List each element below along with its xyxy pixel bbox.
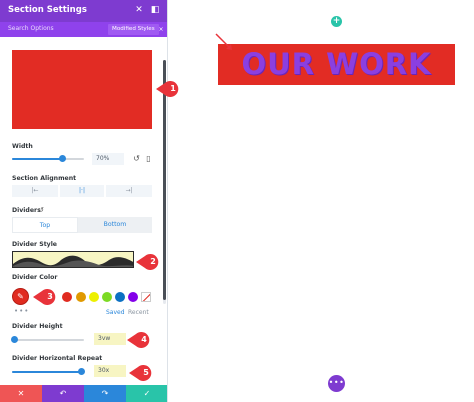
divider-height-slider-knob[interactable]	[11, 336, 19, 343]
section-heading[interactable]: OUR WORK	[218, 44, 455, 85]
wave-divider-preview	[13, 255, 133, 267]
callout-badge: 3	[33, 288, 60, 306]
divider-tab-top[interactable]: Top	[12, 217, 78, 233]
align-right-icon: →|	[125, 187, 133, 194]
align-left-button[interactable]: |←	[12, 185, 58, 197]
undo-button[interactable]: ↶	[42, 385, 84, 402]
color-swatch-red[interactable]	[62, 292, 72, 302]
align-right-button[interactable]: →|	[106, 185, 152, 197]
search-options-tab[interactable]: Search Options	[8, 25, 54, 32]
section-preview	[12, 50, 152, 129]
discard-button[interactable]: ✕	[0, 385, 42, 402]
expand-icon[interactable]: ◧	[149, 4, 161, 16]
reset-icon[interactable]: ↺	[132, 154, 141, 163]
divider-repeat-slider-fill	[12, 371, 82, 373]
divider-tab-bottom[interactable]: Bottom	[78, 217, 152, 233]
callout-number: 5	[143, 368, 149, 377]
divider-height-label: Divider Height	[12, 323, 63, 330]
callout-number: 3	[47, 292, 53, 301]
save-button[interactable]: ✓	[126, 385, 167, 402]
check-icon: ✓	[143, 389, 151, 398]
eyedropper-icon: ✎	[17, 292, 24, 301]
divider-height-slider-track[interactable]	[12, 339, 84, 341]
redo-icon: ↷	[101, 389, 109, 398]
align-center-icon: |·|	[79, 187, 85, 194]
width-label: Width	[12, 143, 33, 150]
callout-badge: 5	[129, 364, 156, 382]
divider-repeat-label: Divider Horizontal Repeat	[12, 355, 103, 362]
divider-repeat-input[interactable]: 30x	[94, 365, 126, 377]
callout-number: 2	[150, 257, 156, 266]
section-options-button[interactable]: •••	[328, 375, 345, 392]
callout-badge: 1	[156, 80, 183, 98]
color-swatch-purple[interactable]	[128, 292, 138, 302]
panel-header: Section Settings ✕ ◧	[0, 0, 167, 22]
modified-styles-close-icon[interactable]: ×	[157, 24, 165, 35]
more-icon: •••	[328, 378, 345, 387]
dividers-reset-icon[interactable]: ↺	[38, 206, 44, 214]
arrow-pointer-icon	[215, 33, 232, 50]
canvas-section[interactable]: OUR WORK	[218, 44, 455, 85]
section-alignment-label: Section Alignment	[12, 175, 77, 182]
divider-repeat-slider-knob[interactable]	[78, 368, 86, 375]
width-input[interactable]: 70%	[92, 153, 124, 165]
dividers-label: Dividers	[12, 207, 41, 214]
color-swatch-blue[interactable]	[115, 292, 125, 302]
color-picker-button[interactable]: ✎	[12, 288, 29, 305]
callout-badge: 4	[127, 331, 154, 349]
panel-title: Section Settings	[8, 5, 87, 15]
redo-button[interactable]: ↷	[84, 385, 126, 402]
undo-icon: ↶	[59, 389, 67, 398]
divider-style-label: Divider Style	[12, 241, 58, 248]
callout-badge: 2	[136, 253, 163, 271]
phone-icon[interactable]: ▯	[144, 154, 153, 163]
color-swatch-none[interactable]	[141, 292, 151, 302]
more-colors-icon[interactable]: •••	[14, 307, 29, 315]
close-icon: ✕	[17, 389, 25, 398]
color-swatch-green[interactable]	[102, 292, 112, 302]
divider-height-input[interactable]: 3vw	[94, 333, 126, 345]
modified-styles-tab[interactable]: Modified Styles	[108, 24, 159, 35]
callout-number: 1	[170, 84, 176, 93]
align-center-button[interactable]: |·|	[60, 185, 104, 197]
divider-color-label: Divider Color	[12, 274, 58, 281]
divider-style-selector[interactable]	[12, 251, 134, 268]
width-slider-fill	[12, 158, 63, 160]
saved-colors-tab[interactable]: Saved	[106, 309, 125, 316]
callout-number: 4	[141, 335, 147, 344]
plus-icon: +	[332, 16, 341, 26]
color-swatch-orange[interactable]	[76, 292, 86, 302]
close-icon[interactable]: ✕	[133, 4, 145, 16]
add-section-button[interactable]: +	[331, 16, 342, 27]
align-left-icon: |←	[31, 187, 39, 194]
recent-colors-tab[interactable]: Recent	[128, 309, 149, 316]
width-slider-knob[interactable]	[58, 155, 66, 162]
color-swatch-yellow[interactable]	[89, 292, 99, 302]
panel-tabs: Search Options Modified Styles ×	[0, 22, 167, 37]
